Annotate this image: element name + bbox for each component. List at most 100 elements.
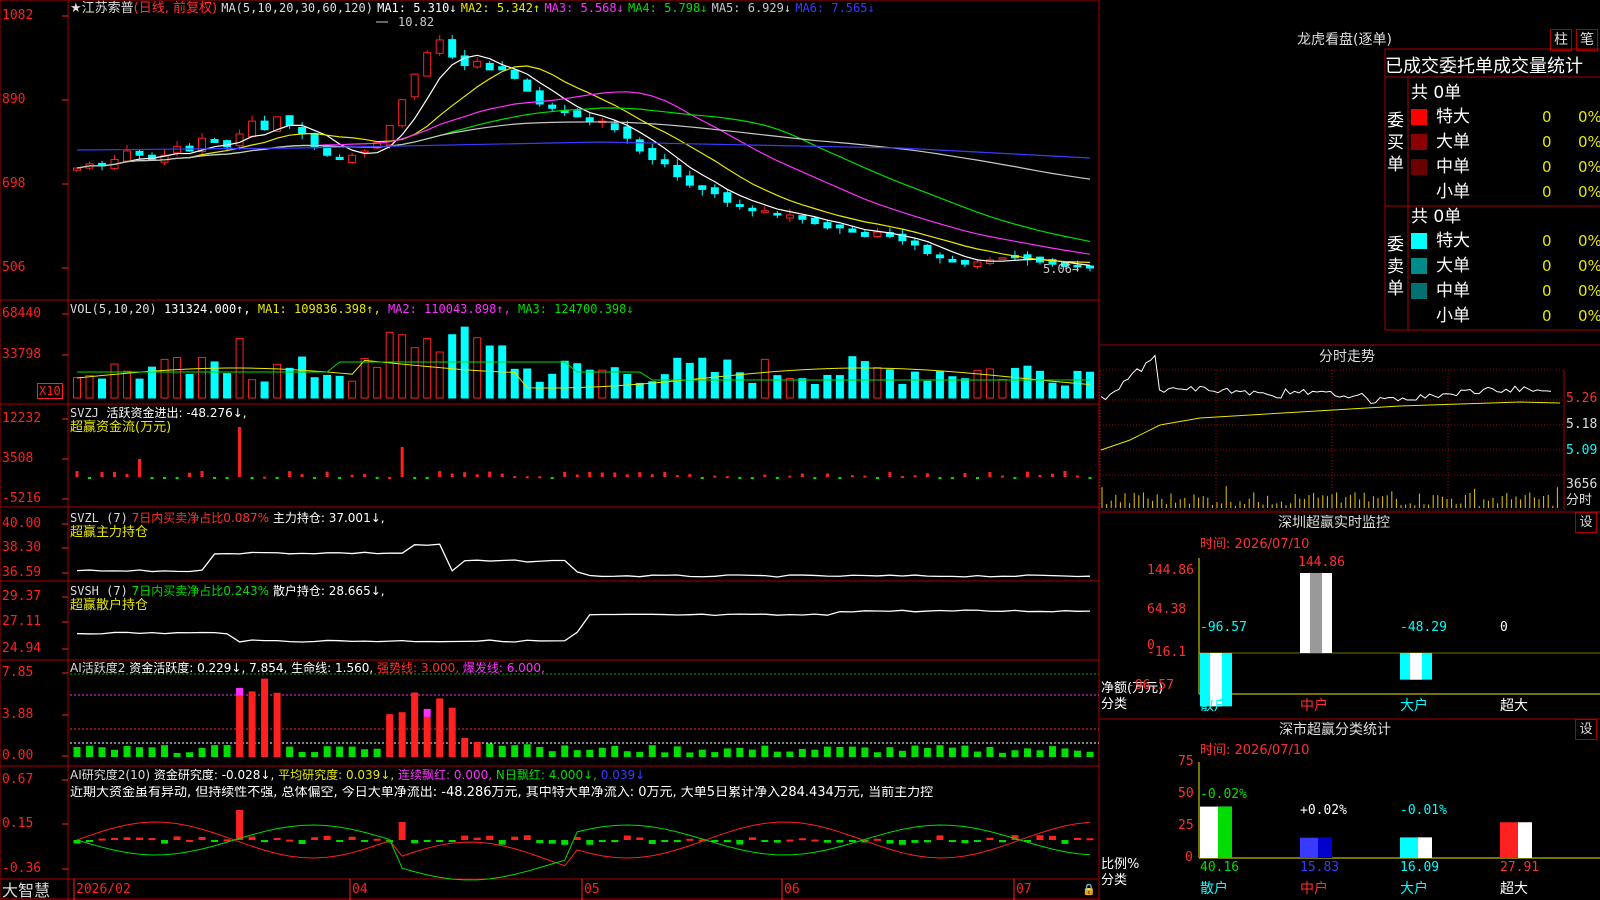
fund-flow-bar [425, 477, 429, 479]
sell-row-pct: 0% [1578, 282, 1600, 300]
aiactive-v3: 生命线: 1.560, [291, 661, 374, 675]
volume-bar [673, 357, 682, 399]
sell-row-pct: 0% [1578, 232, 1600, 250]
candle-body [348, 154, 357, 163]
research-bar [498, 840, 506, 845]
tick-mode-button[interactable]: 笔 [1576, 29, 1598, 51]
activity-bar [436, 698, 444, 757]
candle-body [123, 150, 132, 162]
research-bar [723, 840, 731, 843]
fund-flow-bar [1000, 475, 1004, 478]
research-bar [373, 838, 381, 841]
activity-bar [623, 751, 631, 757]
intraday-title: 分时走势 [1319, 349, 1375, 365]
monitor-settings-button[interactable]: 设 [1575, 512, 1597, 533]
research-bar [236, 810, 244, 840]
classify-settings-button[interactable]: 设 [1575, 719, 1597, 740]
research-bar [248, 836, 256, 840]
activity-bar [98, 747, 106, 757]
volume-bar [448, 334, 457, 399]
sell-row-value: 0 [1542, 257, 1552, 275]
activity-bar [73, 746, 81, 757]
research-bar [398, 822, 406, 840]
activity-bar [311, 752, 319, 757]
svzj-header: SVZJ 活跃资金进出: -48.276↓, [70, 406, 247, 420]
candle-body [935, 254, 944, 259]
svsh-y-tick: 27.11 [2, 614, 42, 629]
volume-bar [873, 367, 882, 399]
buy-row-name: 中单 [1436, 157, 1470, 177]
ma3-line [76, 91, 1091, 255]
volume-bar [423, 337, 432, 399]
activity-bar [511, 745, 519, 757]
fund-flow-bar [1063, 471, 1067, 477]
activity-bar [711, 752, 719, 757]
candle-body [848, 228, 857, 233]
sell-row-name: 特大 [1436, 231, 1470, 251]
fund-flow-bar [913, 475, 917, 478]
bar-mode-button[interactable]: 柱 [1550, 29, 1572, 51]
volume-bar [785, 378, 794, 399]
classify-y-tick: 50 [1178, 786, 1194, 801]
activity-bar [686, 752, 694, 757]
candle-body [510, 69, 519, 79]
research-bar [261, 840, 269, 843]
fund-flow-bar [375, 477, 379, 479]
research-bar [611, 840, 619, 843]
svzl-header: SVZL (7) 7日内买卖净占比0.087% 主力持仓: 37.001↓, [70, 511, 385, 525]
volume-bar [485, 345, 494, 399]
fund-flow-bar [488, 471, 492, 477]
kline-chart-area[interactable] [0, 0, 1100, 900]
classify-ylabel: 比例% [1101, 857, 1140, 872]
candle-body [235, 133, 244, 147]
aiactive-v4: 强势线: 3.000, [377, 661, 460, 675]
main-header: ★江苏索普(日线, 前复权) MA(5,10,20,30,60,120) MA1… [70, 1, 875, 16]
ma-header: MA(5,10,20,30,60,120) [221, 1, 373, 15]
fund-flow-bar [400, 447, 404, 477]
vol-unit-badge[interactable]: X10 [37, 383, 63, 399]
fund-flow-bar [138, 459, 142, 477]
main-y-tick: 698 [2, 176, 26, 191]
volume-bar [360, 357, 369, 399]
classify-category-label: 散户 [1200, 881, 1228, 897]
x-axis-label: 05 [584, 882, 600, 897]
activity-bar [936, 745, 944, 757]
svzl-y-tick: 40.00 [2, 516, 42, 531]
volume-bar [710, 372, 719, 399]
lock-icon[interactable]: 🔒 [1082, 883, 1096, 897]
activity-bar [786, 751, 794, 757]
research-bar [411, 840, 419, 844]
activity-bar [486, 743, 494, 757]
activity-bar [1086, 751, 1094, 757]
activity-bar [761, 745, 769, 757]
monitor-title: 深圳超赢实时监控 [1278, 515, 1390, 531]
buy-row-name: 大单 [1436, 132, 1470, 152]
sell-swatch [1411, 233, 1427, 249]
aiactive-y-tick: 3.88 [2, 707, 34, 722]
svsh-y-tick: 29.37 [2, 589, 42, 604]
activity-bar [523, 744, 531, 757]
fund-flow-bar [438, 471, 442, 477]
fund-flow-bar [650, 474, 654, 477]
candle-body [173, 146, 182, 154]
activity-bar [973, 751, 981, 757]
candle-body [585, 117, 594, 122]
candle-body [310, 133, 319, 148]
volume-bar [548, 373, 557, 399]
research-bar [448, 840, 456, 842]
fund-flow-bar [1075, 475, 1079, 478]
main-y-tick: 506 [2, 260, 26, 275]
low-price-label: 5.06→ [1043, 262, 1080, 276]
candle-body [435, 39, 444, 54]
x-axis-label: 04 [352, 882, 368, 897]
candle-body [823, 222, 832, 229]
candle-body [698, 185, 707, 190]
research-bar [436, 840, 444, 842]
stock-name: 江苏索普 [81, 1, 134, 16]
buy-swatch [1411, 159, 1427, 175]
monitor-value-label: -96.57 [1200, 620, 1247, 635]
activity-bar [836, 746, 844, 757]
sell-total: 共 0单 [1411, 207, 1462, 227]
activity-bar [211, 745, 219, 757]
fund-flow-bar [275, 477, 279, 479]
